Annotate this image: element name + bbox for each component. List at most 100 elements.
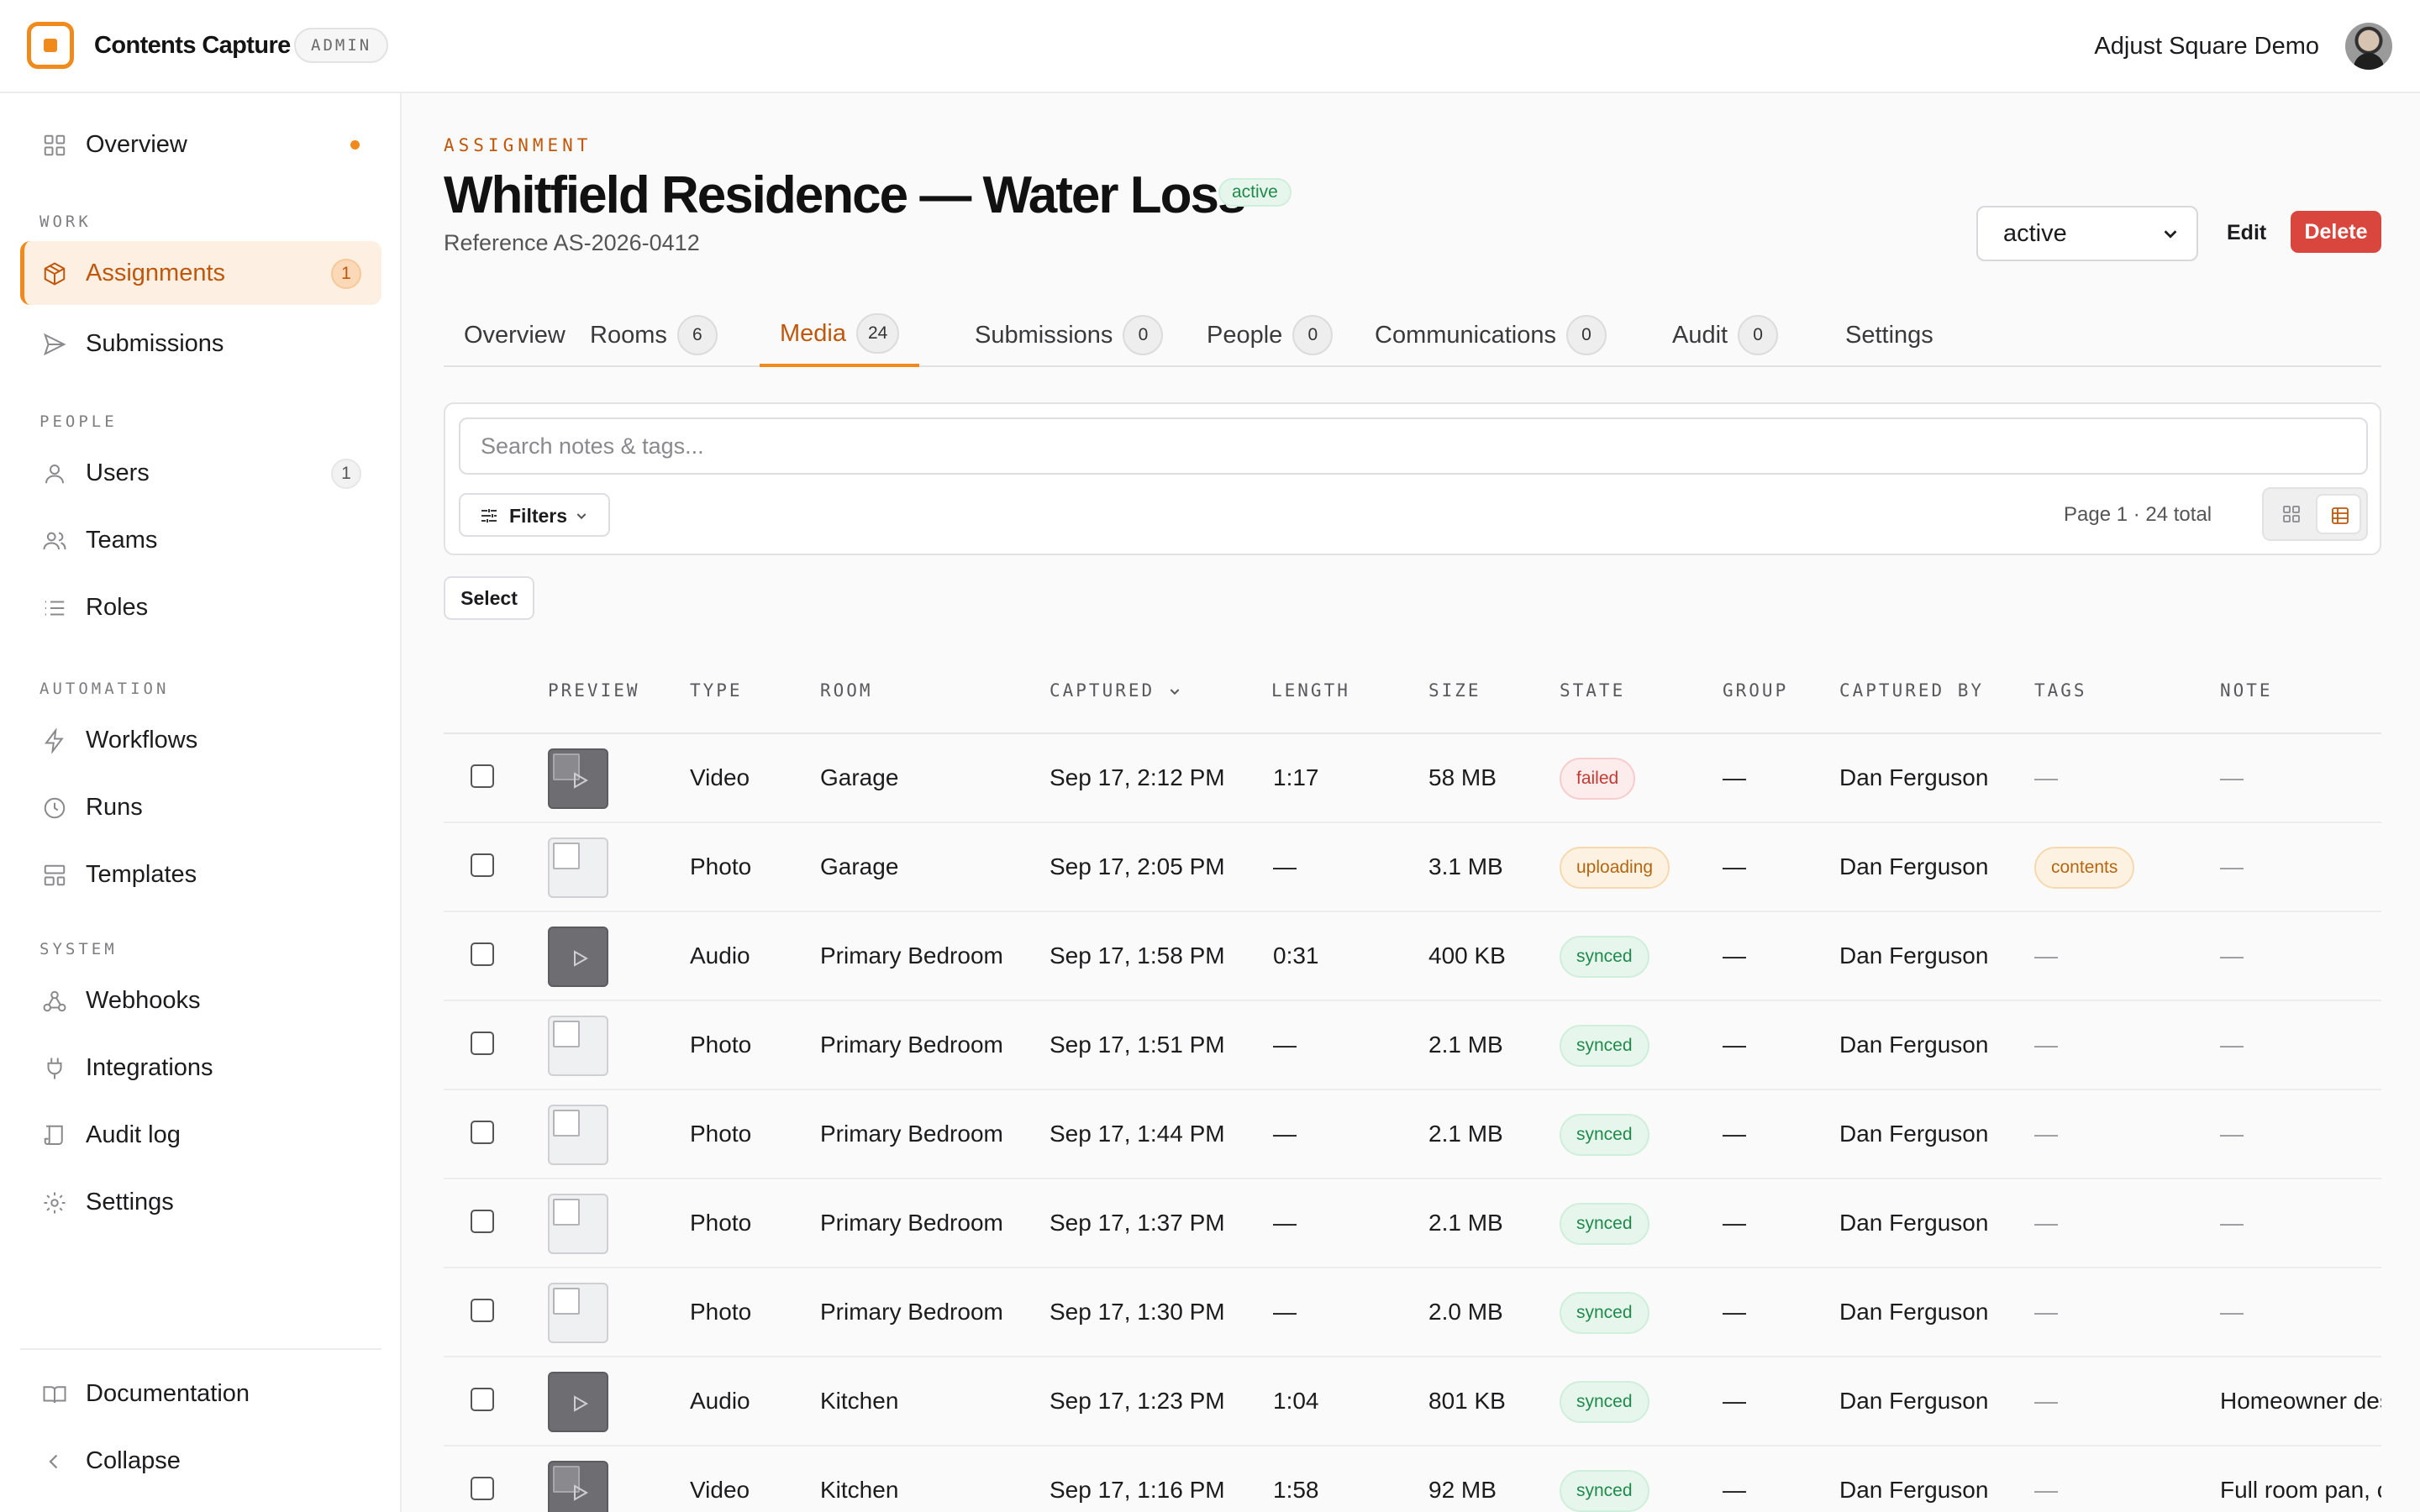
sidebar-item-runs[interactable]: Runs [20,775,381,839]
length-cell: 1:04 [1273,1388,1319,1414]
tab-submissions[interactable]: Submissions 0 [955,303,1183,367]
group-cell: — [1723,1388,1746,1414]
table-row[interactable]: Photo Primary Bedroom Sep 17, 1:30 PM — 2.0 … [444,1268,2381,1357]
media-preview-thumbnail[interactable] [548,1105,608,1165]
filters-button[interactable]: Filters [459,493,610,537]
column-header-group[interactable]: GROUP [1723,680,1788,701]
state-badge: synced [1560,1114,1649,1156]
tab-audit[interactable]: Audit 0 [1652,303,1798,367]
status-select[interactable]: active [1976,206,2198,261]
row-checkbox[interactable] [471,1210,494,1233]
chevron-left-icon [49,1454,58,1469]
row-checkbox[interactable] [471,1032,494,1055]
tag-chip[interactable]: contents [2034,847,2135,889]
tab-overview[interactable]: Overview [444,303,586,367]
table-row[interactable]: Photo Garage Sep 17, 2:05 PM — 3.1 MB uploadi… [444,823,2381,912]
sidebar-item-roles[interactable]: Roles [20,575,381,639]
sidebar-item-integrations[interactable]: Integrations [20,1036,381,1100]
sidebar-item-documentation[interactable]: Documentation [20,1362,381,1425]
table-row[interactable]: Audio Kitchen Sep 17, 1:23 PM 1:04 801 KB syn… [444,1357,2381,1446]
room-cell: Kitchen [820,1477,899,1503]
sidebar-item-assignments[interactable]: Assignments 1 [20,241,381,305]
sidebar-item-submissions[interactable]: Submissions [20,312,381,375]
column-header-size[interactable]: SIZE [1428,680,1481,701]
media-preview-thumbnail[interactable] [548,927,608,987]
sidebar-item-webhooks[interactable]: Webhooks [20,969,381,1032]
column-header-room[interactable]: ROOM [820,680,873,701]
sidebar-item-workflows[interactable]: Workflows [20,708,381,772]
sidebar-collapse-button[interactable]: Collapse [20,1429,381,1493]
avatar[interactable] [2345,23,2392,70]
grid-view-button[interactable] [2269,494,2314,534]
edit-button[interactable]: Edit [2227,213,2266,254]
column-header-tags[interactable]: TAGS [2034,680,2087,701]
play-icon [574,950,588,967]
list-icon [45,601,65,616]
sidebar-item-audit-log[interactable]: Audit log [20,1103,381,1167]
column-header-type[interactable]: TYPE [690,680,743,701]
tab-communications[interactable]: Communications 0 [1355,303,1627,367]
sidebar-item-overview[interactable]: Overview [20,113,381,176]
media-preview-thumbnail[interactable] [548,1194,608,1254]
type-cell: Photo [690,1299,752,1325]
row-checkbox[interactable] [471,764,494,788]
table-row[interactable]: Photo Primary Bedroom Sep 17, 1:37 PM — 2.1 … [444,1179,2381,1268]
table-row[interactable]: Audio Primary Bedroom Sep 17, 1:58 PM 0:31 4… [444,912,2381,1001]
length-cell: — [1273,1299,1297,1325]
tab-count: 0 [1123,315,1164,355]
select-button[interactable]: Select [444,576,534,620]
size-cell: 2.1 MB [1428,1032,1503,1058]
table-row[interactable]: Video Garage Sep 17, 2:12 PM 1:17 58 MB faile… [444,734,2381,823]
tab-label: Media [780,319,846,347]
account-name[interactable]: Adjust Square Demo [2094,33,2319,60]
row-checkbox[interactable] [471,1477,494,1500]
column-header-note[interactable]: NOTE [2220,680,2273,701]
column-header-preview[interactable]: PREVIEW [548,680,640,701]
row-checkbox[interactable] [471,1388,494,1411]
table-view-button[interactable] [2316,494,2361,534]
sidebar-item-teams[interactable]: Teams [20,508,381,572]
media-preview-thumbnail[interactable] [548,748,608,809]
search-input[interactable] [459,417,2368,475]
room-cell: Primary Bedroom [820,1299,1003,1325]
row-checkbox[interactable] [471,1121,494,1144]
table-icon [2332,507,2349,524]
tab-settings[interactable]: Settings [1825,303,1954,367]
media-preview-thumbnail[interactable] [548,837,608,898]
section-label-people: PEOPLE [39,412,118,431]
group-cell: — [1723,764,1746,790]
sidebar-item-templates[interactable]: Templates [20,843,381,906]
send-icon [44,333,66,356]
column-header-state[interactable]: STATE [1560,680,1625,701]
sidebar-item-settings[interactable]: Settings [20,1170,381,1234]
table-row[interactable]: Video Kitchen Sep 17, 1:16 PM 1:58 92 MB sync… [444,1446,2381,1512]
delete-button[interactable]: Delete [2291,211,2381,253]
tab-rooms[interactable]: Rooms 6 [570,303,738,367]
table-row[interactable]: Photo Primary Bedroom Sep 17, 1:44 PM — 2.1 … [444,1090,2381,1179]
view-toggle [2262,487,2368,541]
note-cell: — [2220,1032,2244,1058]
type-cell: Photo [690,1032,752,1058]
size-cell: 92 MB [1428,1477,1497,1503]
type-cell: Video [690,764,750,790]
table-row[interactable]: Photo Primary Bedroom Sep 17, 1:51 PM — 2.1 … [444,1001,2381,1090]
media-preview-thumbnail[interactable] [548,1016,608,1076]
media-preview-thumbnail[interactable] [548,1372,608,1432]
media-preview-thumbnail[interactable] [548,1283,608,1343]
row-checkbox[interactable] [471,853,494,877]
scroll-icon [44,1125,63,1145]
tab-media[interactable]: Media 24 [760,303,920,367]
tab-people[interactable]: People 0 [1186,303,1353,367]
row-checkbox[interactable] [471,1299,494,1322]
captured-by-cell: Dan Ferguson [1839,1477,1989,1503]
media-preview-thumbnail[interactable] [548,1461,608,1512]
column-header-length[interactable]: LENGTH [1271,680,1350,701]
note-cell: Homeowner des [2220,1388,2381,1414]
column-header-captured[interactable]: CAPTURED [1050,680,1181,701]
column-header-captured-by[interactable]: CAPTURED BY [1839,680,1984,701]
row-checkbox[interactable] [471,942,494,966]
captured-by-cell: Dan Ferguson [1839,1210,1989,1236]
app-brand-name[interactable]: Contents Capture [94,32,291,60]
sidebar-item-users[interactable]: Users 1 [20,441,381,505]
app-logo-icon[interactable] [27,22,74,69]
